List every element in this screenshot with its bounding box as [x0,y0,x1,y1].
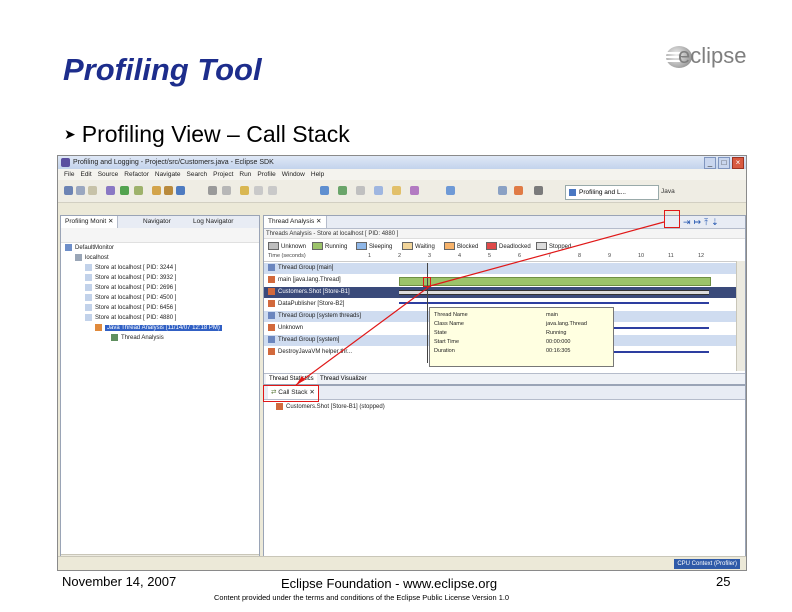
eclipse-logo: eclipse [666,43,747,68]
slide-title: Profiling Tool [63,52,262,87]
arrow-to-call-stack [295,285,431,386]
zoom-out-icon[interactable]: ↦ [694,217,705,227]
footer-date: November 14, 2007 [62,574,177,589]
eclipse-window: Profiling and Logging - Project/src/Cust… [57,155,747,571]
thread-view-toolbar: ⇥↦⤒⇣ [683,217,722,228]
footer-center: Eclipse Foundation - www.eclipse.org [281,576,498,591]
footer-license: Content provided under the terms and con… [214,593,509,602]
arrow-to-thread [429,221,665,287]
arrow-head [296,376,305,385]
bullet-point: ➤ Profiling View – Call Stack [64,121,350,148]
bullet-arrow-icon: ➤ [64,126,76,142]
down-icon[interactable]: ⇣ [711,217,722,227]
logo-word: eclipse [678,43,747,68]
page-number: 25 [716,574,731,589]
bullet-text: Profiling View – Call Stack [81,121,350,147]
annotation-arrows [295,221,665,386]
zoom-in-icon[interactable]: ⇥ [683,217,694,227]
